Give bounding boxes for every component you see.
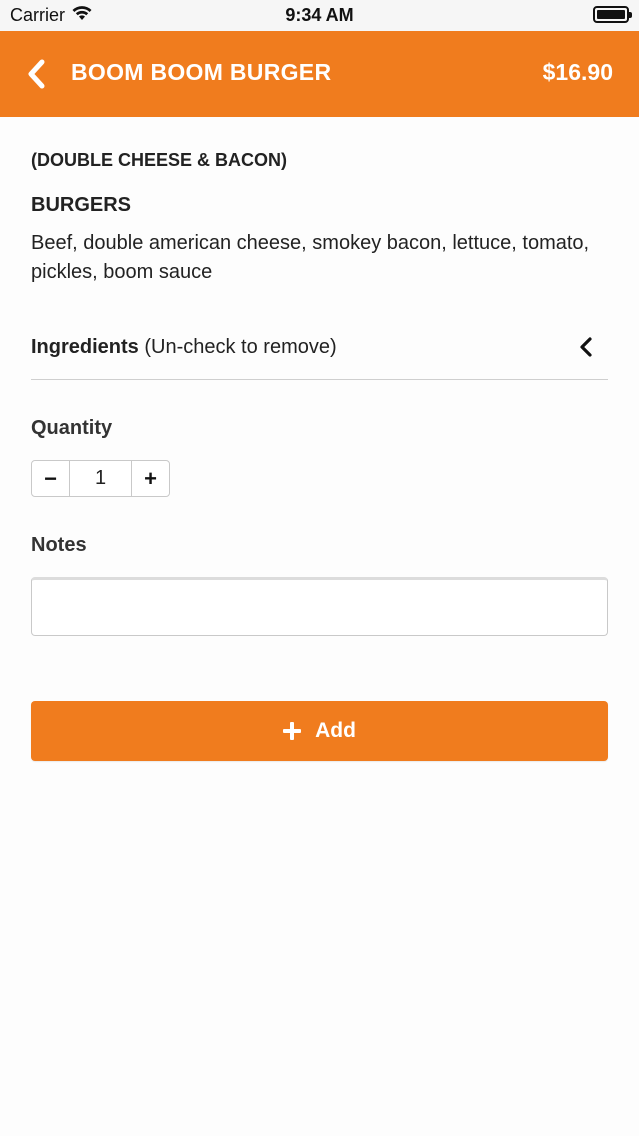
- ingredients-toggle[interactable]: Ingredients (Un-check to remove): [31, 320, 608, 380]
- add-button-label: Add: [315, 719, 356, 742]
- item-price: $16.90: [542, 59, 613, 85]
- battery-icon: [593, 6, 632, 23]
- ingredients-title: Ingredients: [31, 336, 139, 358]
- notes-input[interactable]: [31, 577, 608, 636]
- quantity-increment-button[interactable]: +: [131, 461, 169, 496]
- quantity-stepper: − 1 +: [31, 460, 170, 497]
- header-bar: BOOM BOOM BURGER $16.90: [0, 31, 639, 117]
- item-category: BURGERS: [31, 194, 132, 216]
- status-time: 9:34 AM: [285, 5, 354, 25]
- ingredients-hint: (Un-check to remove): [138, 336, 337, 358]
- quantity-decrement-button[interactable]: −: [32, 461, 70, 496]
- status-bar: Carrier 9:34 AM: [0, 0, 639, 31]
- quantity-value[interactable]: 1: [70, 461, 131, 496]
- notes-label: Notes: [31, 534, 87, 556]
- plus-icon: [283, 722, 302, 740]
- page-title: BOOM BOOM BURGER: [71, 59, 332, 85]
- chevron-left-icon: [580, 337, 592, 357]
- ingredients-label: Ingredients (Un-check to remove): [31, 336, 337, 359]
- back-button[interactable]: [22, 57, 52, 91]
- item-subtitle: (DOUBLE CHEESE & BACON): [31, 150, 288, 170]
- chevron-left-icon: [28, 59, 45, 89]
- add-button[interactable]: Add: [31, 701, 608, 761]
- item-description: Beef, double american cheese, smokey bac…: [31, 232, 590, 283]
- quantity-label: Quantity: [31, 417, 113, 439]
